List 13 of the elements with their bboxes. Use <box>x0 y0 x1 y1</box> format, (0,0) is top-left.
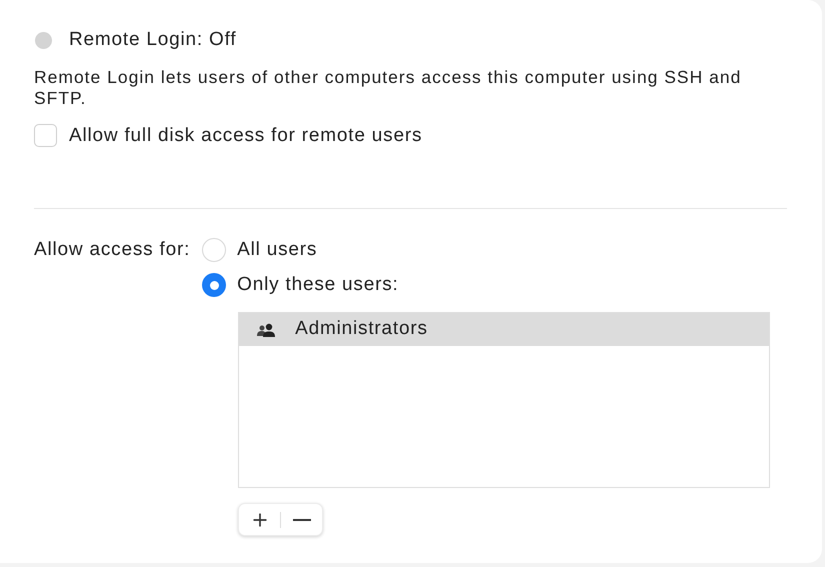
checkbox[interactable] <box>34 124 57 148</box>
checkbox-label: Allow full disk access for remote users <box>69 124 422 148</box>
access-label: Allow access for: <box>34 238 190 262</box>
radio-label: Only these users: <box>237 273 399 297</box>
minus-icon <box>292 518 311 520</box>
description-text: Remote Login lets users of other computers access this computer using SSH and SFTP. <box>34 66 742 108</box>
group-icon <box>257 322 278 336</box>
radio-button[interactable] <box>202 238 226 262</box>
radio-button[interactable] <box>202 273 226 297</box>
status-label: Remote Login: Off <box>69 28 236 52</box>
radio-label: All users <box>237 238 318 262</box>
user-row[interactable]: Administrators <box>239 313 770 346</box>
user-name: Administrators <box>295 317 428 342</box>
